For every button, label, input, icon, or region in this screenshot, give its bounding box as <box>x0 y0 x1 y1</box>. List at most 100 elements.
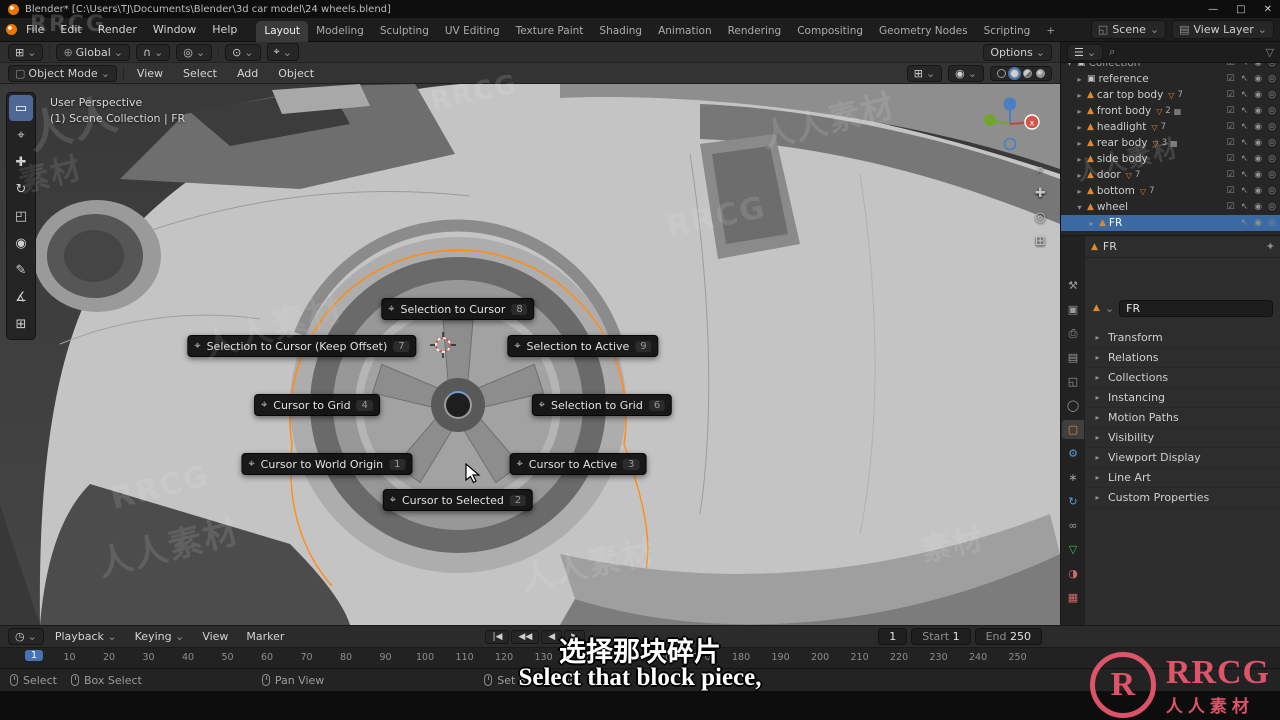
tab-layout[interactable]: Layout <box>256 20 309 42</box>
outliner-row-collection[interactable]: ▾ ▣ Collection ☑ ↖ ◉ ◎ <box>1061 63 1280 71</box>
tool-cursor[interactable]: ⌖ <box>9 122 33 148</box>
tab-physics[interactable]: ↻ <box>1062 492 1084 511</box>
eye-icon[interactable]: ◉ <box>1254 170 1262 180</box>
camera-icon[interactable]: ◎ <box>1268 74 1276 84</box>
camera-icon[interactable]: ◎ <box>1268 106 1276 116</box>
editor-type-button[interactable]: ⊞ ⌄ <box>8 43 44 61</box>
tool-add-cube[interactable]: ⊞ <box>9 311 33 337</box>
eye-icon[interactable]: ◉ <box>1254 106 1262 116</box>
selectable-icon[interactable]: ↖ <box>1241 154 1249 164</box>
outliner-row-wheel[interactable]: ▾ ▲ wheel ☑ ↖ ◉ ◎ <box>1061 199 1280 215</box>
pin-icon[interactable]: ✦ <box>1266 240 1275 253</box>
tab-animation[interactable]: Animation <box>650 21 720 42</box>
pie-cursor-to-grid[interactable]: ⌖ Cursor to Grid 4 <box>254 394 380 416</box>
camera-icon[interactable]: ◎ <box>1268 186 1276 196</box>
tool-transform[interactable]: ◉ <box>9 230 33 256</box>
tab-compositing[interactable]: Compositing <box>789 21 871 42</box>
transform-orientation-dropdown[interactable]: ⊕ Global ⌄ <box>56 43 130 61</box>
eye-icon[interactable]: ◉ <box>1254 154 1262 164</box>
checkbox-icon[interactable]: ☑ <box>1227 170 1235 180</box>
scene-selector[interactable]: ◱ Scene ⌄ <box>1090 20 1167 39</box>
outliner-row-rear-body[interactable]: ▸ ▲ rear body ▽ 3 ▦ ☑ ↖ ◉ ◎ <box>1061 135 1280 151</box>
tab-modifiers[interactable]: ⚙ <box>1062 444 1084 463</box>
selectable-icon[interactable]: ↖ <box>1241 218 1249 228</box>
camera-icon[interactable]: ◎ <box>1268 218 1276 228</box>
tool-move[interactable]: ✚ <box>9 149 33 175</box>
menu-view[interactable]: View <box>130 65 170 82</box>
filter-funnel-icon[interactable]: ▽ <box>1266 46 1274 59</box>
tab-shading[interactable]: Shading <box>591 21 650 42</box>
add-workspace-button[interactable]: + <box>1038 21 1063 42</box>
tab-tool[interactable]: ⚒ <box>1062 276 1084 295</box>
editor-type-button[interactable]: ☰ ⌄ <box>1067 43 1104 61</box>
pie-selection-to-grid[interactable]: ⌖ Selection to Grid 6 <box>531 394 673 416</box>
tab-geometry-nodes[interactable]: Geometry Nodes <box>871 21 976 42</box>
section-line-art[interactable]: ▸ Line Art <box>1085 468 1280 488</box>
pie-cursor-to-active[interactable]: ⌖ Cursor to Active 3 <box>509 453 647 475</box>
checkbox-icon[interactable]: ☑ <box>1227 122 1235 132</box>
checkbox-icon[interactable]: ☑ <box>1227 106 1235 116</box>
tab-texture-paint[interactable]: Texture Paint <box>508 21 592 42</box>
camera-icon[interactable]: ◎ <box>1268 90 1276 100</box>
chevron-down-icon[interactable]: ⌄ <box>1105 302 1114 315</box>
proportional-editing-button[interactable]: ◎ ⌄ <box>176 43 213 61</box>
checkbox-icon[interactable]: ☑ <box>1227 138 1235 148</box>
section-motion-paths[interactable]: ▸ Motion Paths <box>1085 408 1280 428</box>
tool-scale[interactable]: ◰ <box>9 203 33 229</box>
eye-icon[interactable]: ◉ <box>1254 63 1262 68</box>
camera-icon[interactable]: ◎ <box>1268 170 1276 180</box>
menu-help[interactable]: Help <box>205 20 244 39</box>
tab-scene[interactable]: ◱ <box>1062 372 1084 391</box>
section-visibility[interactable]: ▸ Visibility <box>1085 428 1280 448</box>
menu-file[interactable]: File <box>19 20 51 39</box>
eye-icon[interactable]: ◉ <box>1254 186 1262 196</box>
blender-app-icon[interactable] <box>6 24 17 35</box>
menu-window[interactable]: Window <box>146 20 203 39</box>
camera-view-icon[interactable]: ◎ <box>1035 210 1046 225</box>
outliner-row-headlight[interactable]: ▸ ▲ headlight ▽ 7 ☑ ↖ ◉ ◎ <box>1061 119 1280 135</box>
snap-target-button[interactable]: ⌖ ⌄ <box>266 43 299 61</box>
material-shading-icon[interactable] <box>1023 68 1032 78</box>
outliner-row-car-top-body[interactable]: ▸ ▲ car top body ▽ 7 ☑ ↖ ◉ ◎ <box>1061 87 1280 103</box>
tool-annotate[interactable]: ✎ <box>9 257 33 283</box>
wireframe-shading-icon[interactable] <box>997 68 1006 78</box>
eye-icon[interactable]: ◉ <box>1254 90 1262 100</box>
outliner-row-side-body[interactable]: ▸ ▲ side body ☑ ↖ ◉ ◎ <box>1061 151 1280 167</box>
tab-output[interactable]: ⎙ <box>1062 324 1084 343</box>
search-icon[interactable]: ⌕ <box>1109 45 1115 59</box>
camera-icon[interactable]: ◎ <box>1268 122 1276 132</box>
checkbox-icon[interactable]: ☑ <box>1227 74 1235 84</box>
outliner-row-door[interactable]: ▸ ▲ door ▽ 7 ☑ ↖ ◉ ◎ <box>1061 167 1280 183</box>
pan-hand-icon[interactable]: ✚ <box>1035 186 1046 201</box>
outliner-row-bottom[interactable]: ▸ ▲ bottom ▽ 7 ☑ ↖ ◉ ◎ <box>1061 183 1280 199</box>
camera-icon[interactable]: ◎ <box>1268 63 1276 68</box>
menu-add[interactable]: Add <box>230 65 265 82</box>
mode-selector[interactable]: ▢ Object Mode ⌄ <box>8 64 117 82</box>
snapping-button[interactable]: ∩ ⌄ <box>135 43 171 61</box>
tab-world[interactable]: ◯ <box>1062 396 1084 415</box>
tab-rendering[interactable]: Rendering <box>720 21 790 42</box>
view-layer-selector[interactable]: ▤ View Layer ⌄ <box>1172 20 1274 39</box>
selectable-icon[interactable]: ↖ <box>1241 106 1249 116</box>
selectable-icon[interactable]: ↖ <box>1241 138 1249 148</box>
show-overlays-button[interactable]: ◉ ⌄ <box>948 64 984 82</box>
pivot-point-button[interactable]: ⊙ ⌄ <box>225 43 261 61</box>
section-viewport-display[interactable]: ▸ Viewport Display <box>1085 448 1280 468</box>
camera-icon[interactable]: ◎ <box>1268 154 1276 164</box>
pie-cursor-to-world-origin[interactable]: ⌖ Cursor to World Origin 1 <box>241 453 413 475</box>
tab-particles[interactable]: ∗ <box>1062 468 1084 487</box>
selectable-icon[interactable]: ↖ <box>1241 74 1249 84</box>
menu-object[interactable]: Object <box>271 65 321 82</box>
object-name-field[interactable]: FR <box>1119 299 1273 317</box>
tab-object-data[interactable]: ▽ <box>1062 540 1084 559</box>
checkbox-icon[interactable]: ☑ <box>1227 154 1235 164</box>
pie-selection-to-active[interactable]: ⌖ Selection to Active 9 <box>507 335 659 357</box>
checkbox-icon[interactable]: ☑ <box>1227 186 1235 196</box>
tab-render[interactable]: ▣ <box>1062 300 1084 319</box>
camera-icon[interactable]: ◎ <box>1268 202 1276 212</box>
maximize-button[interactable]: □ <box>1236 4 1245 15</box>
eye-icon[interactable]: ◉ <box>1254 138 1262 148</box>
eye-icon[interactable]: ◉ <box>1254 218 1262 228</box>
tool-measure[interactable]: ∡ <box>9 284 33 310</box>
tool-select-box[interactable]: ▭ <box>9 95 33 121</box>
